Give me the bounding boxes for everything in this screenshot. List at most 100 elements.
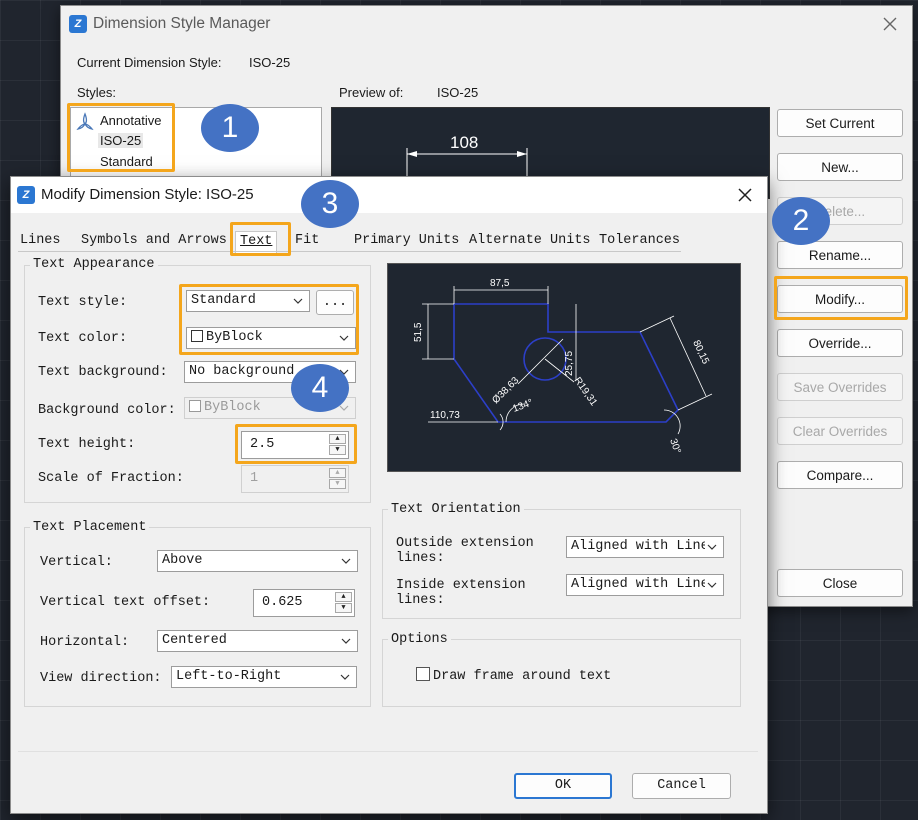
highlight-styles bbox=[67, 103, 175, 172]
draw-frame-label: Draw frame around text bbox=[433, 669, 612, 684]
highlight-text-tab bbox=[230, 222, 291, 256]
preview-dim-110-73: 110,73 bbox=[430, 410, 460, 421]
window-title: Dimension Style Manager bbox=[93, 15, 271, 32]
save-overrides-button[interactable]: Save Overrides bbox=[777, 373, 903, 401]
tab-primary-units[interactable]: Primary Units bbox=[354, 231, 459, 251]
view-direction-label: View direction: bbox=[40, 671, 162, 686]
inside-extension-label: Inside extension bbox=[396, 578, 526, 593]
close-icon[interactable] bbox=[738, 188, 752, 202]
inside-extension-value: Aligned with Line bbox=[571, 577, 709, 592]
scale-fraction-spinner[interactable]: ▲ ▼ bbox=[329, 468, 346, 490]
preview-dim-51-5: 51,5 bbox=[413, 322, 424, 342]
outside-extension-label-2: lines: bbox=[396, 551, 445, 566]
view-direction-dropdown[interactable]: Left-to-Right bbox=[171, 666, 357, 688]
vertical-offset-input[interactable]: 0.625 ▲ ▼ bbox=[253, 589, 355, 617]
current-style-value: ISO-25 bbox=[249, 55, 291, 70]
vertical-label: Vertical: bbox=[40, 555, 113, 570]
modify-dimension-style-dialog: Z Modify Dimension Style: ISO-25 Lines S… bbox=[10, 176, 768, 814]
step-badge-2: 2 bbox=[772, 197, 830, 245]
dialog-titlebar: Z Modify Dimension Style: ISO-25 bbox=[11, 177, 767, 213]
tab-tolerances[interactable]: Tolerances bbox=[599, 231, 680, 251]
vertical-value: Above bbox=[162, 553, 203, 568]
inside-extension-label-2: lines: bbox=[396, 593, 445, 608]
outside-extension-label: Outside extension bbox=[396, 536, 534, 551]
chevron-down-icon bbox=[341, 558, 351, 564]
scale-fraction-input[interactable]: 1 ▲ ▼ bbox=[241, 465, 349, 493]
clear-overrides-button[interactable]: Clear Overrides bbox=[777, 417, 903, 445]
close-icon[interactable] bbox=[883, 17, 897, 31]
vertical-offset-spinner[interactable]: ▲ ▼ bbox=[335, 592, 352, 614]
color-swatch-icon bbox=[189, 400, 201, 412]
preview-dim-30: 30° bbox=[667, 437, 683, 455]
chevron-down-icon bbox=[341, 638, 351, 644]
step-badge-4: 4 bbox=[291, 364, 349, 412]
draw-frame-option[interactable]: Draw frame around text bbox=[416, 667, 611, 684]
tab-symbols-and-arrows[interactable]: Symbols and Arrows bbox=[81, 231, 227, 251]
step-badge-1: 1 bbox=[201, 104, 259, 152]
compare-button[interactable]: Compare... bbox=[777, 461, 903, 489]
text-appearance-title: Text Appearance bbox=[30, 257, 158, 272]
horizontal-label: Horizontal: bbox=[40, 635, 130, 650]
options-title: Options bbox=[388, 632, 451, 647]
view-direction-value: Left-to-Right bbox=[176, 669, 282, 684]
chevron-down-icon bbox=[705, 539, 719, 555]
outside-extension-value: Aligned with Line bbox=[571, 539, 709, 554]
chevron-down-icon bbox=[340, 674, 350, 680]
preview-dim-text: 108 bbox=[450, 133, 478, 152]
app-logo-icon: Z bbox=[69, 15, 87, 33]
preview-dim-r19-31: R19,31 bbox=[572, 375, 600, 408]
text-height-label: Text height: bbox=[38, 437, 136, 452]
chevron-down-icon bbox=[705, 577, 719, 593]
preview-drawing: 87,5 51,5 25,75 80,15 R19,31 Ø38,63 134°… bbox=[413, 278, 713, 455]
horizontal-dropdown[interactable]: Centered bbox=[157, 630, 358, 652]
background-color-label: Background color: bbox=[38, 403, 176, 418]
text-background-label: Text background: bbox=[38, 365, 168, 380]
tab-divider bbox=[18, 251, 681, 252]
text-orientation-title: Text Orientation bbox=[388, 502, 524, 517]
styles-label: Styles: bbox=[77, 85, 117, 100]
spin-up-icon[interactable]: ▲ bbox=[329, 468, 346, 478]
highlight-style-color bbox=[179, 284, 359, 355]
set-current-button[interactable]: Set Current bbox=[777, 109, 903, 137]
horizontal-value: Centered bbox=[162, 633, 227, 648]
footer-divider bbox=[18, 751, 758, 752]
dialog-title: Modify Dimension Style: ISO-25 bbox=[41, 186, 254, 203]
text-style-label: Text style: bbox=[38, 295, 128, 310]
preview-style-value: ISO-25 bbox=[437, 85, 479, 100]
cancel-button[interactable]: Cancel bbox=[632, 773, 731, 799]
tab-fit[interactable]: Fit bbox=[295, 231, 319, 251]
vertical-dropdown[interactable]: Above bbox=[157, 550, 358, 572]
highlight-modify bbox=[774, 276, 908, 320]
ok-button[interactable]: OK bbox=[514, 773, 612, 799]
spin-down-icon[interactable]: ▼ bbox=[335, 603, 352, 613]
new-button[interactable]: New... bbox=[777, 153, 903, 181]
text-color-label: Text color: bbox=[38, 331, 128, 346]
spin-down-icon[interactable]: ▼ bbox=[329, 479, 346, 489]
text-background-value: No background bbox=[189, 364, 295, 379]
preview-dim-80-15: 80,15 bbox=[690, 339, 711, 367]
preview-dim-87-5: 87,5 bbox=[490, 278, 510, 289]
override-button[interactable]: Override... bbox=[777, 329, 903, 357]
scale-fraction-value: 1 bbox=[250, 471, 259, 486]
background-color-value: ByBlock bbox=[204, 400, 261, 415]
preview-dim-134: 134° bbox=[511, 397, 534, 414]
step-badge-3: 3 bbox=[301, 180, 359, 228]
rename-button[interactable]: Rename... bbox=[777, 241, 903, 269]
spin-up-icon[interactable]: ▲ bbox=[335, 592, 352, 602]
tab-lines[interactable]: Lines bbox=[20, 231, 61, 251]
vertical-offset-value: 0.625 bbox=[262, 595, 303, 610]
dimension-preview: 87,5 51,5 25,75 80,15 R19,31 Ø38,63 134°… bbox=[387, 263, 741, 472]
vertical-offset-label: Vertical text offset: bbox=[40, 595, 211, 610]
text-placement-title: Text Placement bbox=[30, 520, 150, 535]
preview-label: Preview of: bbox=[339, 85, 404, 100]
app-logo-icon: Z bbox=[17, 186, 35, 204]
close-button[interactable]: Close bbox=[777, 569, 903, 597]
current-style-label: Current Dimension Style: bbox=[77, 55, 222, 70]
preview-dim-25-75: 25,75 bbox=[564, 351, 575, 376]
draw-frame-checkbox[interactable] bbox=[416, 667, 430, 681]
highlight-text-height bbox=[235, 424, 357, 464]
tab-alternate-units[interactable]: Alternate Units bbox=[469, 231, 591, 251]
outside-extension-dropdown[interactable]: Aligned with Line bbox=[566, 536, 724, 558]
inside-extension-dropdown[interactable]: Aligned with Line bbox=[566, 574, 724, 596]
scale-fraction-label: Scale of Fraction: bbox=[38, 471, 184, 486]
